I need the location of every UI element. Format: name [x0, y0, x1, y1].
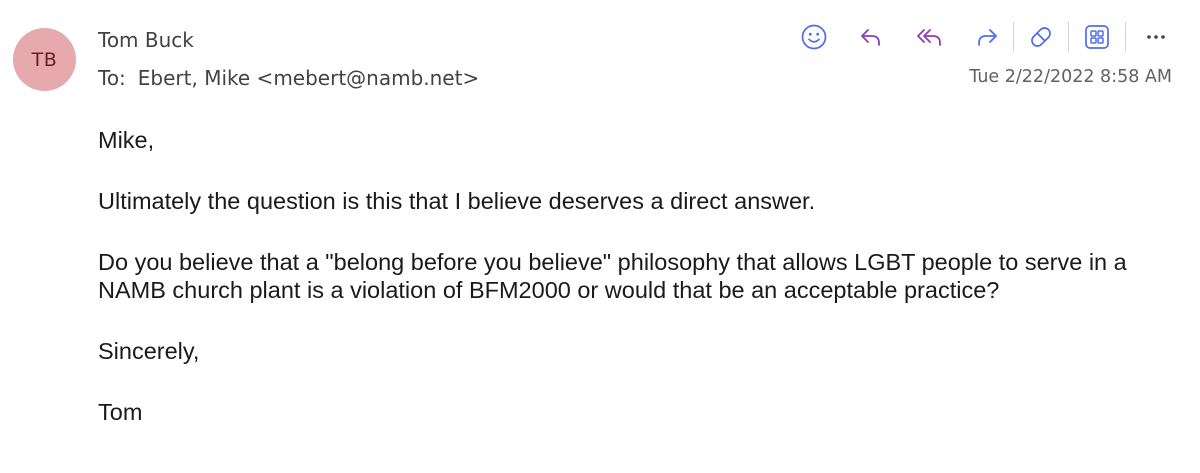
- sticker-button[interactable]: [1022, 18, 1060, 56]
- sticker-icon: [1027, 23, 1055, 51]
- reply-all-button[interactable]: [910, 18, 948, 56]
- more-icon: [1142, 23, 1170, 51]
- signature: Tom: [98, 399, 143, 425]
- closing: Sincerely,: [98, 338, 200, 364]
- message-timestamp: Tue 2/22/2022 8:58 AM: [969, 67, 1172, 87]
- emoji-icon: [800, 23, 828, 51]
- apps-button[interactable]: [1078, 18, 1116, 56]
- react-button[interactable]: [795, 18, 833, 56]
- reply-icon: [857, 23, 885, 51]
- forward-icon: [973, 23, 1001, 51]
- recipient-line: To: Ebert, Mike <mebert@namb.net>: [98, 66, 479, 90]
- apps-icon: [1083, 23, 1111, 51]
- toolbar-divider: [1125, 22, 1126, 52]
- greeting: Mike,: [98, 127, 155, 153]
- body-paragraph: Ultimately the question is this that I b…: [98, 188, 816, 214]
- more-actions-button[interactable]: [1137, 18, 1175, 56]
- toolbar-divider: [1013, 22, 1014, 52]
- message-body: Mike, Ultimately the question is this th…: [98, 126, 1138, 426]
- body-paragraph: Do you believe that a "belong before you…: [98, 249, 1127, 303]
- reply-all-icon: [914, 23, 944, 51]
- message-toolbar: [0, 18, 1200, 56]
- to-label: To:: [98, 66, 126, 90]
- reply-button[interactable]: [852, 18, 890, 56]
- forward-button[interactable]: [968, 18, 1006, 56]
- recipient-value[interactable]: Ebert, Mike <mebert@namb.net>: [138, 66, 479, 90]
- toolbar-divider: [1068, 22, 1069, 52]
